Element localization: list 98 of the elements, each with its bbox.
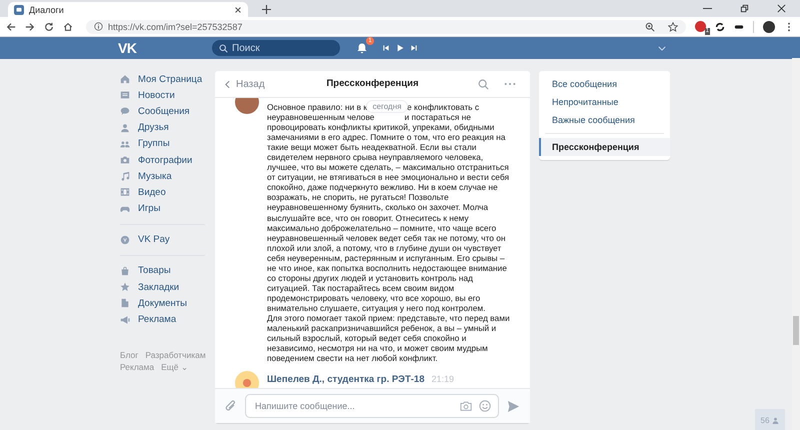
caret-icon[interactable] [658,46,666,50]
newspaper-icon [120,90,130,100]
date-divider: сегодня [367,101,408,112]
message-text: сильный взрослый, который ведет себя спокойно и [267,333,466,344]
message-text: не что иное, как попытка восполнить недостающее внимание [267,262,507,273]
search-field[interactable]: Поиск [212,40,340,56]
search-icon[interactable] [478,78,489,90]
chat-title: Прессконференция [325,78,420,89]
message-text: неуравновешенному буянить, сколько он захочет. Молча [267,202,488,213]
sidebar-item[interactable]: Музыка [120,168,215,184]
speech-bubble-icon [14,4,24,14]
address-field[interactable]: https://vk.com/im?sel=257532587 [86,20,686,34]
reload-icon[interactable] [44,22,54,32]
person-icon [772,416,780,424]
sidebar-item[interactable]: VK Pay [120,232,215,248]
message-text: себя неуверенным, растерянным и испуганным. Его срывы – [267,252,505,263]
message-text: максимально доброжелательно – помните, что чаще всего [267,222,496,233]
sidebar-item[interactable]: Игры [120,200,215,217]
scrollbar-thumb[interactable] [793,316,799,345]
speech-bubble-icon [120,106,130,116]
megaphone-icon [120,314,130,325]
message-text: провоцировать конфликты критикой, упреками, обидными [267,122,494,132]
back-link[interactable]: Назад [225,78,265,90]
sidebar-item[interactable]: Закладки [120,279,215,296]
close-icon[interactable] [777,4,786,13]
coin-icon [120,234,130,245]
message-text: лучшее, что вы можете сделать, – максимально отстраниться [267,162,509,172]
forward-arrow-icon[interactable] [25,22,35,32]
message-text: маленький раскапризничавшийся ребенок, а вы – умный и [267,323,496,334]
shopping-bag-icon [120,266,130,276]
sidebar-item[interactable]: Документы [120,295,215,312]
message-text: внимательно слушаете, ситуация у него под контролем. [267,302,486,313]
filter-item[interactable]: Важные сообщения [539,111,670,129]
next-track-icon[interactable] [410,44,418,52]
play-icon[interactable] [396,44,404,52]
sidebar-item[interactable]: Новости [120,87,215,104]
previous-track-icon[interactable] [382,44,390,52]
message-text: поведением свести на нет любой конфликт. [267,353,438,364]
scrollbar[interactable] [792,58,800,430]
star-icon[interactable] [668,22,678,32]
filter-item[interactable]: Все сообщения [539,75,670,93]
tab-title: Диалоги [29,4,65,14]
filter-item[interactable]: Непрочитанные [539,93,670,111]
music-note-icon [120,171,130,182]
message-text: независимо, несмотря ни на что, и может своим мудрым [267,343,488,354]
message-text: выслушайте все, что он говорит. Отнеситесь к нему [267,212,469,223]
message-text: Для этого помогает такой прием: представьте, что перед вами [267,312,510,324]
house-icon [120,74,130,84]
sidebar-item[interactable]: Реклама [120,311,215,328]
message-text: неуравновешенным челове [267,112,374,122]
message-text: плохой или злой, а потому, что в глубине души он чувствует [267,242,502,253]
sidebar-item[interactable]: Видео [120,184,215,200]
message-text: такие вещи может быть неадекватной. Если вы стали [267,142,476,152]
search-icon [219,44,228,52]
sidebar-item[interactable]: Фотографии [120,152,215,168]
sidebar-item[interactable]: Товары [120,262,215,280]
maximize-icon[interactable] [740,4,749,13]
browser-tab[interactable]: Диалоги [8,2,248,17]
message-text: возражать, не спорить, не ругаться! Позвольте [267,192,449,202]
info-icon [94,22,103,31]
sidebar-item[interactable]: Сообщения [120,103,215,120]
more-icon[interactable] [504,82,516,86]
message-text: замечаниями в его адрес. Помните о том, что его реакция на [267,132,506,142]
sidebar-item[interactable]: Друзья [120,120,215,136]
author-name[interactable]: Шепелев Д., студентка гр. РЭТ-18 [267,374,424,386]
bell-icon[interactable] [356,42,368,54]
camera-icon [120,155,130,166]
message-text: спокойно, даже подчеркнуто вежливо. Ни в коем случае не [267,182,498,192]
people-icon [120,138,130,149]
conversation-item[interactable]: Прессконференция [539,138,670,156]
logo[interactable]: VK [118,40,212,56]
back-arrow-icon[interactable] [6,22,16,32]
message-text: неуравновешенный человек ведет себя так не потому, что он [267,232,506,243]
person-icon [120,122,130,133]
profile-avatar[interactable] [763,20,775,32]
chevron-left-icon [225,80,230,88]
message-text: и постараться не [404,112,471,122]
film-icon [120,187,130,198]
plus-icon[interactable] [262,5,271,14]
house-icon[interactable] [63,22,73,32]
message-text: со стороны других людей и установить контроль над [267,272,473,283]
avatar[interactable] [235,371,259,388]
message-text: ситуацией. Так постарайтесь всем своим видом [267,282,454,293]
document-icon [120,298,130,308]
star-icon [120,282,130,292]
message-text: Основное правило: ни в к [267,102,368,112]
circular-arrows-icon[interactable] [715,22,725,32]
sidebar-item[interactable]: Группы [120,136,215,152]
message-text: продемонстрировать человеку, что все хорошо, вы его [267,292,480,303]
paperclip-icon[interactable] [225,399,237,413]
message-text: от ситуации, не втягиваться в нее эмоционально и вести себя [267,172,509,182]
close-icon[interactable] [234,6,242,14]
message-text: е конфликтовать с [407,102,480,112]
sidebar-item[interactable]: Моя Страница [120,71,215,88]
message-time: 21:19 [431,374,454,384]
message-text: свидетелем нервного срыва неуправляемого человека, [267,152,484,162]
url-text: https://vk.com/im?sel=257532587 [108,22,242,32]
zoom-icon[interactable] [645,22,655,32]
